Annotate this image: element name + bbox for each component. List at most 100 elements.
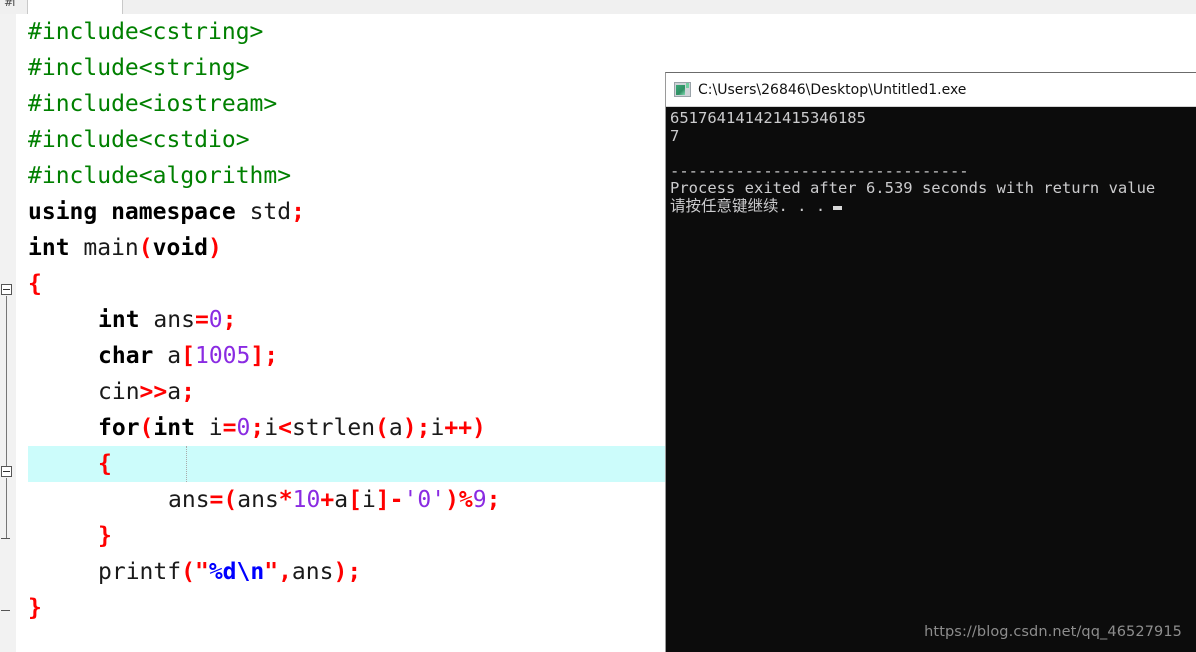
code-line-text: } — [28, 590, 42, 626]
code-token-op: * — [278, 487, 293, 513]
console-line: -------------------------------- — [670, 161, 969, 180]
screen-root: #i #include<cstring> #include<string> #inc… — [0, 0, 1196, 652]
code-token-brace: } — [98, 523, 112, 549]
code-token-op: , — [278, 559, 292, 585]
code-token-kw: using namespace — [28, 199, 250, 225]
code-token-kw: int — [28, 235, 84, 261]
code-token-op: ; — [250, 415, 265, 441]
code-token-num: 10 — [292, 487, 321, 513]
code-token-op: ++) — [444, 415, 486, 441]
code-token-op: ( — [138, 235, 153, 261]
code-token-brace: } — [28, 595, 42, 621]
console-line: Process exited after 6.539 seconds with … — [670, 179, 1156, 197]
code-token-id: i — [430, 415, 445, 441]
console-window[interactable]: C:\Users\26846\Desktop\Untitled1.exe 651… — [665, 72, 1196, 652]
code-token-str: %d\n — [208, 559, 265, 585]
code-line-text: #include<cstring> — [28, 14, 263, 50]
code-token-op: < — [278, 415, 292, 441]
code-token-id: i — [208, 415, 223, 441]
code-token-kw: int — [153, 415, 209, 441]
console-line: 请按任意键继续. . . — [670, 197, 1196, 216]
code-token-kw: char — [98, 343, 168, 369]
code-token-op: [ — [181, 343, 195, 369]
code-token-op: )% — [445, 487, 473, 513]
code-token-num: 0 — [236, 415, 251, 441]
code-token-id: i — [264, 415, 279, 441]
code-token-op: - — [389, 487, 404, 513]
code-token-pre: #include<cstring> — [28, 19, 264, 45]
code-token-op: + — [320, 487, 335, 513]
code-line-text: char a[1005]; — [28, 338, 278, 374]
code-line-text: int ans=0; — [28, 302, 237, 338]
code-token-op: ] — [250, 343, 265, 369]
code-line-text: #include<cstdio> — [28, 122, 250, 158]
code-token-id: ans — [168, 487, 210, 513]
code-token-id: main — [83, 235, 139, 261]
code-token-num: 0 — [208, 307, 223, 333]
code-line-text: int main(void) — [28, 230, 222, 266]
editor-gutter-spacer — [16, 14, 28, 652]
code-token-op: ) — [402, 415, 417, 441]
code-line-text: cin>>a; — [28, 374, 195, 410]
code-token-op: ; — [291, 199, 305, 225]
console-output[interactable]: 651764141421415346185 7 -----------------… — [666, 107, 1196, 652]
code-line-text: ans=(ans*10+a[i]-'0')%9; — [28, 482, 500, 518]
console-cursor — [833, 205, 843, 210]
code-token-op: ; — [222, 307, 237, 333]
code-token-pre: #include<algorithm> — [28, 163, 292, 189]
fold-end-for — [1, 538, 10, 539]
watermark-url: https://blog.csdn.net/qq_46527915 — [924, 624, 1182, 640]
code-token-op: >> — [139, 379, 168, 405]
code-token-op: ( — [375, 415, 389, 441]
code-token-pre: #include<iostream> — [28, 91, 278, 117]
code-token-op: ; — [264, 343, 279, 369]
code-token-op: ( — [139, 415, 154, 441]
code-token-pre: #include<cstdio> — [28, 127, 250, 153]
code-token-id: ans — [237, 487, 279, 513]
console-line: 651764141421415346185 — [670, 109, 866, 127]
fold-marker-for-block[interactable] — [1, 466, 12, 477]
code-token-num: 1005 — [194, 343, 251, 369]
code-token-id: a — [388, 415, 403, 441]
code-token-op: ) — [208, 235, 222, 261]
editor-tab-active[interactable] — [27, 0, 123, 14]
fold-marker-main-block[interactable] — [1, 284, 12, 295]
code-token-brace: { — [28, 271, 42, 297]
fold-end-main — [1, 610, 10, 611]
code-token-op: ] — [375, 487, 390, 513]
console-title-text: C:\Users\26846\Desktop\Untitled1.exe — [698, 81, 967, 98]
code-token-id: std — [249, 199, 292, 225]
editor-gutter — [0, 14, 17, 652]
tab-sliver-label[interactable]: #i — [4, 0, 24, 12]
code-token-op: = — [194, 307, 209, 333]
code-token-id: ans — [153, 307, 195, 333]
code-token-id: a — [334, 487, 349, 513]
indent-guide — [186, 446, 188, 482]
console-window-icon — [674, 82, 691, 97]
console-line: 7 — [670, 126, 680, 145]
code-token-kw: int — [98, 307, 154, 333]
code-token-id: i — [361, 487, 376, 513]
code-token-op: ; — [347, 559, 362, 585]
code-line-text: #include<iostream> — [28, 86, 277, 122]
code-token-kw: for — [98, 415, 140, 441]
code-line[interactable]: #include<cstring> — [28, 14, 1196, 50]
code-token-id: a — [167, 343, 182, 369]
code-token-num: 9 — [472, 487, 487, 513]
code-token-op: ; — [486, 487, 501, 513]
code-token-op: = — [222, 415, 237, 441]
code-line-text: #include<algorithm> — [28, 158, 291, 194]
code-token-op: ; — [181, 379, 195, 405]
code-token-brace: { — [98, 451, 112, 477]
console-title-bar[interactable]: C:\Users\26846\Desktop\Untitled1.exe — [666, 73, 1196, 107]
code-token-op: =( — [209, 487, 238, 513]
code-token-id: ans — [291, 559, 334, 585]
code-line-text: { — [28, 266, 42, 302]
code-token-id: a — [167, 379, 182, 405]
code-token-op: " — [194, 559, 209, 585]
code-line-text: for(int i=0;i<strlen(a);i++) — [28, 410, 486, 446]
editor-tab-bar: #i — [0, 0, 1196, 15]
code-line-text: printf("%d\n",ans); — [28, 554, 361, 590]
fold-line-main — [6, 296, 7, 476]
